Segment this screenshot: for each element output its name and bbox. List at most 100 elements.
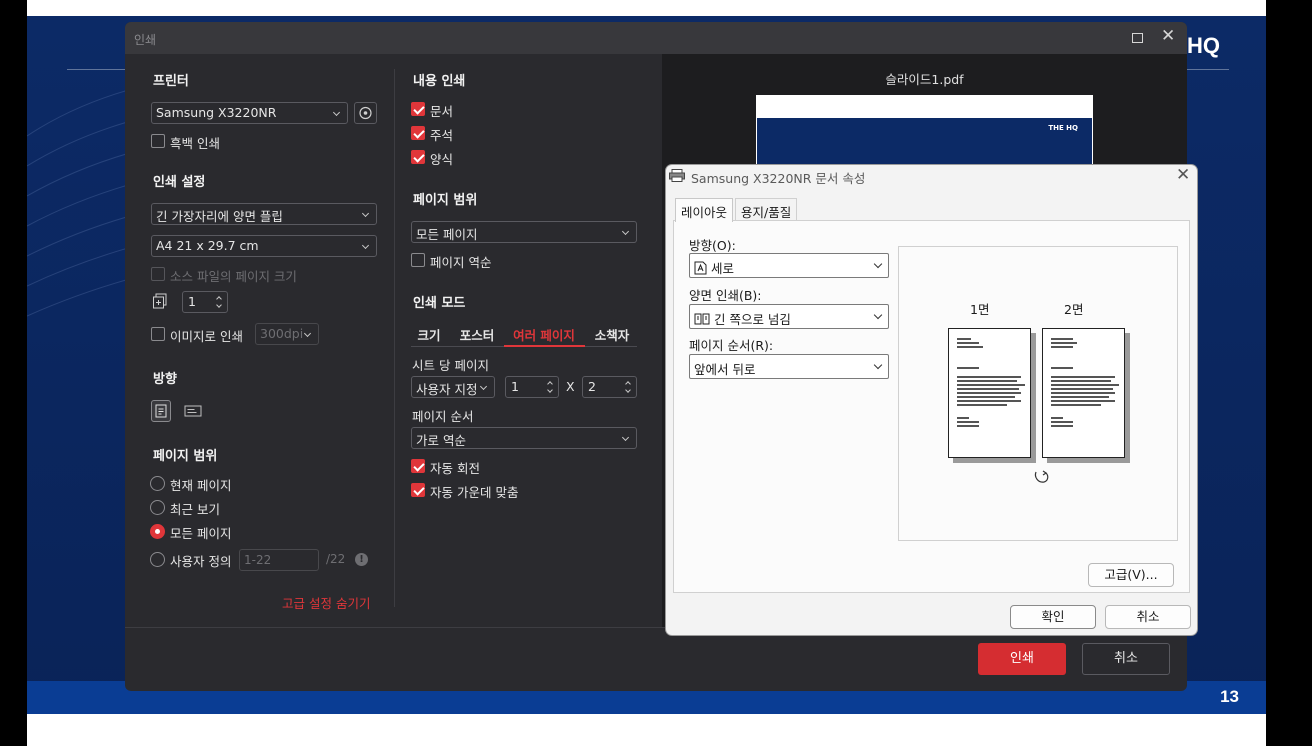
range-current-radio[interactable] (150, 476, 165, 491)
page-range-section-title: 페이지 범위 (153, 449, 218, 464)
duplex-select[interactable]: 긴 쪽으로 넘김 (689, 304, 889, 329)
pages-per-sheet-label: 시트 당 페이지 (412, 358, 489, 373)
page-order-label: 페이지 순서 (412, 409, 474, 424)
print-button[interactable]: 인쇄 (978, 643, 1066, 675)
mode-tab-booklet[interactable]: 소책자 (587, 325, 637, 344)
mode-tab-active-indicator (504, 345, 585, 347)
grayscale-checkbox[interactable] (151, 134, 165, 148)
range-current-label: 현재 페이지 (170, 478, 232, 493)
hide-advanced-link[interactable]: 고급 설정 숨기기 (282, 593, 370, 612)
close-icon[interactable]: ✕ (1161, 28, 1175, 45)
cancel-button[interactable]: 취소 (1082, 643, 1170, 675)
mode-tab-multiple[interactable]: 여러 페이지 (507, 325, 581, 344)
range-custom-input[interactable]: 1-22 (239, 549, 319, 571)
paper-size-select[interactable]: A4 21 x 29.7 cm (151, 235, 377, 257)
page2-label: 2면 (1064, 302, 1084, 317)
page-range2-select[interactable]: 모든 페이지 (411, 221, 637, 243)
orientation-select[interactable]: 세로 (689, 253, 889, 278)
auto-rotate-checkbox[interactable] (411, 459, 425, 473)
auto-center-label: 자동 가운데 맞춤 (430, 485, 519, 500)
content-section-title: 내용 인쇄 (413, 74, 466, 89)
tab-layout[interactable]: 레이아웃 (675, 198, 734, 222)
copies-value: 1 (188, 294, 196, 309)
portrait-button[interactable] (151, 400, 171, 422)
page1-label: 1면 (970, 302, 990, 317)
duplex-select[interactable]: 긴 가장자리에 양면 플립 (151, 203, 377, 225)
preview-filename: 슬라이드1.pdf (885, 72, 964, 87)
range-all-radio[interactable] (150, 524, 165, 539)
range-custom-radio[interactable] (150, 552, 165, 567)
range-recent-label: 최근 보기 (170, 502, 220, 517)
print-as-image-checkbox[interactable] (151, 327, 165, 341)
columns-value: 1 (511, 379, 519, 394)
settings-section-title: 인쇄 설정 (153, 175, 206, 190)
mode-section-title: 인쇄 모드 (413, 296, 466, 311)
range-custom-label: 사용자 정의 (170, 554, 232, 569)
content-document-checkbox[interactable] (411, 102, 425, 116)
content-forms-checkbox[interactable] (411, 150, 425, 164)
ok-button[interactable]: 확인 (1010, 605, 1096, 629)
rows-value: 2 (588, 379, 596, 394)
mode-tab-size[interactable]: 크기 (411, 325, 447, 344)
reverse-pages-label: 페이지 역순 (430, 255, 492, 270)
advanced-button[interactable]: 고급(V)... (1088, 563, 1174, 587)
grayscale-label: 흑백 인쇄 (170, 136, 220, 151)
flip-arrow-icon (1034, 470, 1049, 483)
duplex-label: 양면 인쇄(B): (689, 288, 762, 303)
page-range2-section-title: 페이지 범위 (413, 193, 478, 208)
pages-per-sheet-select[interactable]: 사용자 지정 (411, 376, 495, 398)
orientation-section-title: 방향 (153, 372, 177, 387)
cancel-button[interactable]: 취소 (1105, 605, 1191, 629)
auto-rotate-label: 자동 회전 (430, 461, 480, 476)
preview-page-1 (948, 328, 1031, 458)
landscape-icon (184, 405, 202, 417)
mode-tab-poster[interactable]: 포스터 (455, 325, 499, 344)
preview-logo: THE HQ (1048, 124, 1078, 132)
content-document-label: 문서 (430, 104, 454, 119)
copies-icon (153, 293, 167, 309)
tab-paper-quality[interactable]: 용지/품질 (735, 198, 798, 221)
reverse-pages-checkbox[interactable] (411, 253, 425, 267)
copies-stepper[interactable]: 1 (182, 291, 228, 313)
layout-preview: 1면 2면 (898, 246, 1178, 541)
rows-stepper[interactable]: 2 (582, 376, 637, 398)
printer-section-title: 프린터 (153, 74, 189, 89)
gear-icon (359, 106, 372, 120)
range-all-label: 모든 페이지 (170, 526, 232, 541)
source-page-size-checkbox[interactable] (151, 267, 165, 281)
page-order-select[interactable]: 앞에서 뒤로 (689, 354, 889, 379)
auto-center-checkbox[interactable] (411, 483, 425, 497)
orientation-label: 방향(O): (689, 238, 736, 253)
portrait-icon (155, 404, 167, 418)
range-recent-radio[interactable] (150, 500, 165, 515)
content-annotations-label: 주석 (430, 128, 454, 143)
range-total: /22 (326, 552, 346, 566)
print-dialog-title: 인쇄 (134, 33, 157, 47)
slide-header-rule (67, 69, 127, 70)
portrait-page-icon (694, 261, 707, 275)
content-annotations-checkbox[interactable] (411, 126, 425, 140)
book-icon (694, 313, 710, 325)
page-order-select[interactable]: 가로 역순 (411, 427, 637, 449)
times-label: X (566, 379, 575, 394)
dpi-select[interactable]: 300dpi (255, 323, 319, 345)
slide-header-rule (1187, 69, 1229, 70)
maximize-icon[interactable] (1132, 33, 1143, 43)
columns-stepper[interactable]: 1 (505, 376, 559, 398)
slide-page-number: 13 (1220, 687, 1239, 706)
orientation-value: 세로 (710, 261, 734, 276)
info-icon[interactable]: ! (355, 553, 368, 566)
preview-page-2 (1042, 328, 1125, 458)
printer-properties-button[interactable] (354, 102, 377, 124)
close-icon[interactable]: ✕ (1176, 165, 1190, 185)
page-order-label: 페이지 순서(R): (689, 338, 774, 353)
content-forms-label: 양식 (430, 152, 454, 167)
document-properties-dialog: Samsung X3220NR 문서 속성 ✕ 레이아웃 용지/품질 방향(O)… (665, 164, 1198, 636)
printer-select[interactable]: Samsung X3220NR (151, 102, 348, 124)
duplex-value: 긴 쪽으로 넘김 (713, 312, 791, 327)
print-dialog-titlebar: 인쇄 ✕ (125, 22, 1187, 54)
column-divider (394, 69, 395, 607)
landscape-button[interactable] (183, 402, 203, 420)
source-page-size-label: 소스 파일의 페이지 크기 (170, 269, 297, 284)
slide-logo: HQ (1187, 33, 1220, 58)
